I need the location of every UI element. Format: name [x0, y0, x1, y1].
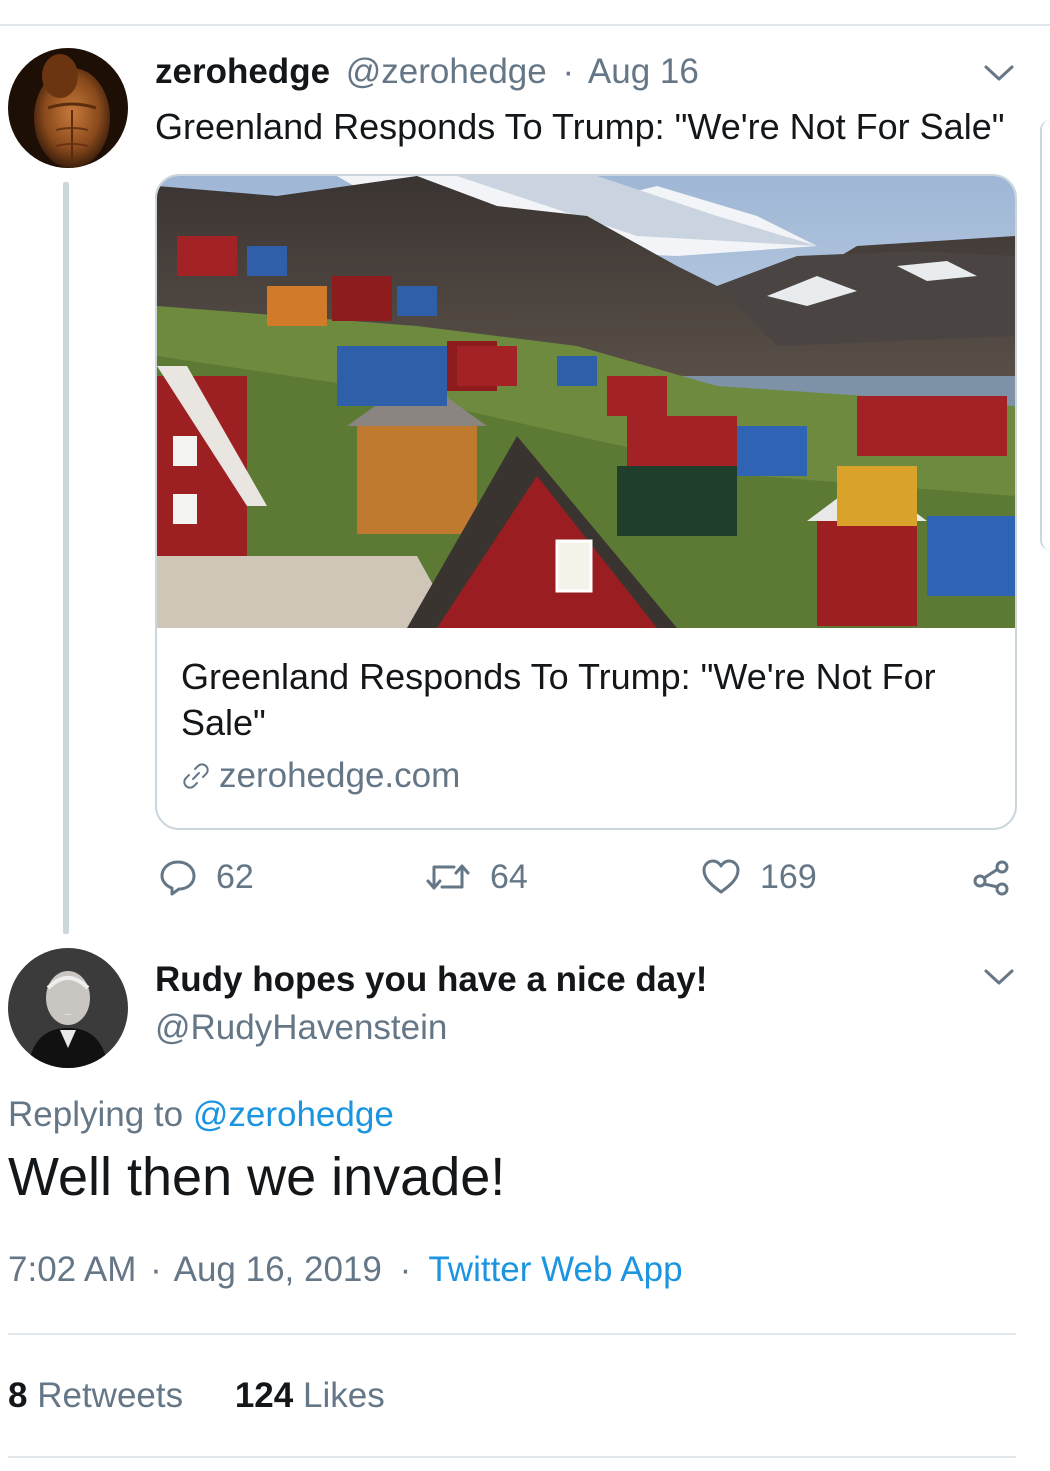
tweet2-handle[interactable]: @RudyHavenstein: [155, 1008, 447, 1048]
retweets-count: 8: [8, 1376, 28, 1415]
thread-connector-line: [63, 182, 69, 934]
top-divider: [0, 24, 1050, 26]
share-icon: [973, 860, 1009, 896]
retweet-action[interactable]: 64: [424, 852, 528, 902]
tweet1-date[interactable]: Aug 16: [588, 52, 699, 91]
retweet-count: 64: [490, 857, 528, 896]
retweets-label: Retweets: [37, 1376, 184, 1415]
reply-count: 62: [216, 857, 254, 896]
like-action[interactable]: 169: [700, 852, 817, 902]
tweet1-handle[interactable]: @zerohedge: [346, 52, 547, 91]
heart-icon: [702, 859, 740, 894]
shirtless-man-avatar-icon: [8, 48, 128, 168]
like-count: 169: [760, 857, 817, 896]
retweets-stat[interactable]: 8 Retweets: [8, 1376, 193, 1415]
replying-to-line: Replying to @zerohedge: [8, 1095, 394, 1135]
likes-count: 124: [234, 1376, 294, 1415]
replying-prefix: Replying to: [8, 1095, 184, 1134]
tweet2-menu-chevron-down-icon[interactable]: [982, 966, 1016, 988]
likes-stat[interactable]: 124 Likes: [235, 1376, 385, 1415]
tweet1-text: Greenland Responds To Trump: "We're Not …: [155, 106, 1005, 147]
meta-divider: [8, 1333, 1016, 1335]
tweet2-time[interactable]: 7:02 AM: [8, 1250, 136, 1289]
greenland-village-photo-icon: [157, 176, 1015, 628]
tweet1-separator: ·: [562, 52, 575, 91]
tweet2-date[interactable]: Aug 16, 2019: [174, 1250, 382, 1289]
card-domain: zerohedge.com: [219, 756, 461, 795]
replying-handle[interactable]: @zerohedge: [193, 1095, 394, 1134]
tweet2-display-name[interactable]: Rudy hopes you have a nice day!: [155, 960, 707, 1000]
rudy-avatar[interactable]: [8, 948, 128, 1068]
tweet1-menu-chevron-down-icon[interactable]: [982, 62, 1016, 84]
tweet1-display-name[interactable]: zerohedge: [155, 52, 330, 91]
reply-action[interactable]: 62: [158, 852, 254, 902]
tweet1-header: zerohedge @zerohedge · Aug 16: [155, 52, 699, 94]
likes-label: Likes: [302, 1376, 385, 1415]
tweet2-client[interactable]: Twitter Web App: [428, 1250, 682, 1289]
reply-bubble-icon: [160, 860, 196, 896]
scrollbar-edge[interactable]: [1040, 120, 1050, 550]
meta-separator-1: ·: [150, 1250, 162, 1289]
tweet2-meta: 7:02 AM · Aug 16, 2019 · Twitter Web App: [8, 1250, 683, 1290]
card-title[interactable]: Greenland Responds To Trump: "We're Not …: [181, 654, 981, 746]
retweet-icon: [426, 864, 470, 890]
old-man-portrait-avatar-icon: [8, 948, 128, 1068]
tweet2-text: Well then we invade!: [8, 1147, 506, 1207]
engagement-stats: 8 Retweets 124 Likes: [8, 1376, 385, 1416]
zerohedge-avatar[interactable]: [8, 48, 128, 168]
card-domain-row[interactable]: zerohedge.com: [181, 756, 460, 796]
meta-separator-2: ·: [399, 1250, 412, 1289]
share-action[interactable]: [970, 852, 1012, 902]
link-preview-card[interactable]: Greenland Responds To Trump: "We're Not …: [155, 174, 1017, 830]
link-icon: [183, 763, 209, 789]
bottom-divider: [8, 1456, 1016, 1458]
